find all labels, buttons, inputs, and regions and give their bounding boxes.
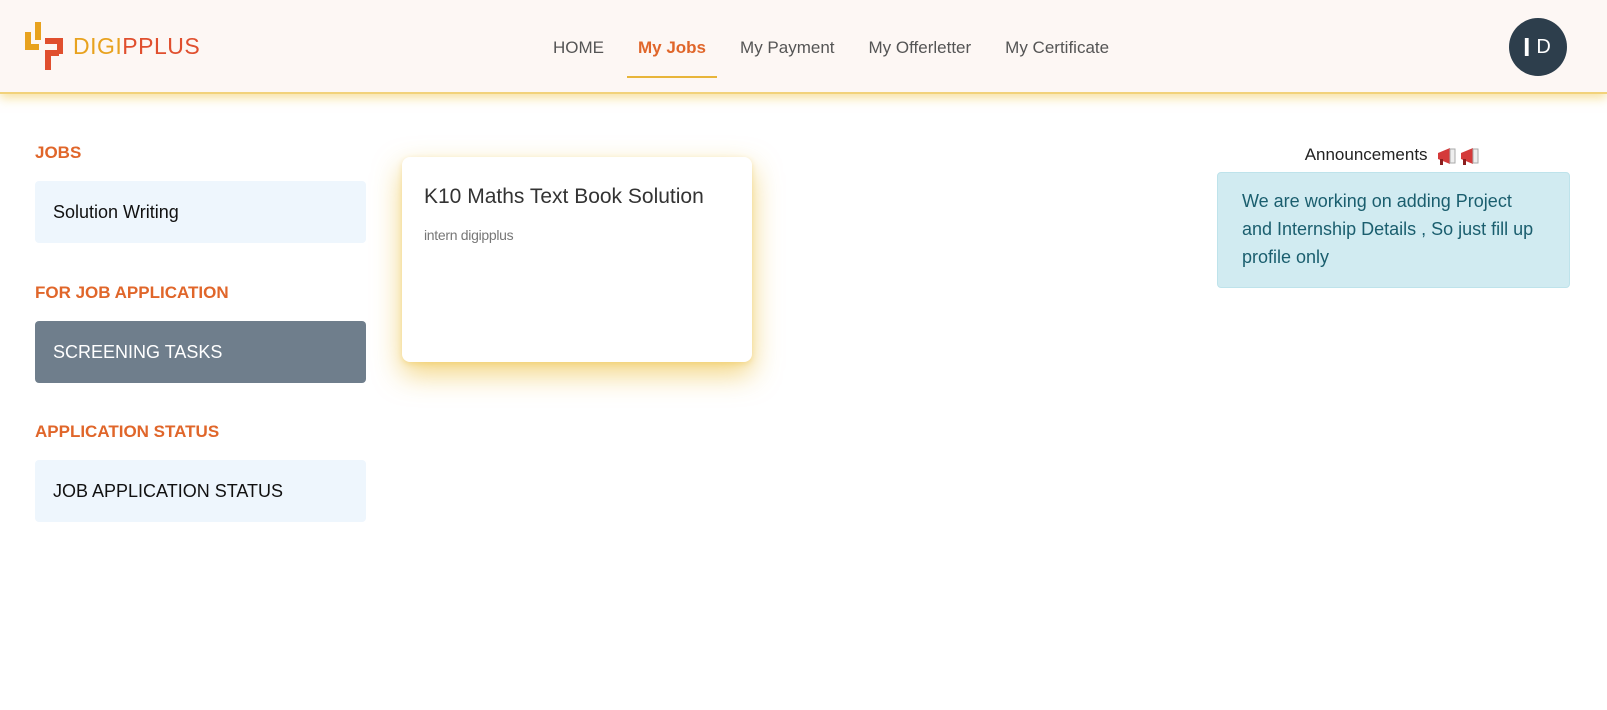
nav-home[interactable]: HOME bbox=[536, 0, 621, 94]
sidebar-item-screening-tasks[interactable]: SCREENING TASKS bbox=[35, 321, 366, 383]
brand-name: DIGIPPLUS bbox=[73, 33, 200, 60]
job-application-section-title: FOR JOB APPLICATION bbox=[35, 283, 229, 302]
digipplus-logo-icon bbox=[25, 22, 63, 70]
application-status-section-title: APPLICATION STATUS bbox=[35, 422, 220, 441]
job-card[interactable]: K10 Maths Text Book Solution intern digi… bbox=[402, 157, 752, 362]
sidebar-item-solution-writing[interactable]: Solution Writing bbox=[35, 181, 366, 243]
announcements-title: Announcements bbox=[1304, 145, 1428, 164]
announcements-heading: Announcements bbox=[1217, 145, 1570, 166]
nav-my-payment[interactable]: My Payment bbox=[723, 0, 851, 94]
top-navbar: DIGIPPLUS HOME My Jobs My Payment My Off… bbox=[0, 0, 1607, 94]
brand-name-part2: PPLUS bbox=[122, 32, 201, 59]
avatar-initial-second: D bbox=[1536, 35, 1553, 58]
brand-name-part1: DIGI bbox=[73, 32, 123, 59]
sidebar-item-job-application-status[interactable]: JOB APPLICATION STATUS bbox=[35, 460, 366, 522]
job-card-subtitle: intern digipplus bbox=[424, 227, 514, 243]
announcement-alert: We are working on adding Project and Int… bbox=[1217, 172, 1570, 288]
job-card-title: K10 Maths Text Book Solution bbox=[424, 185, 704, 208]
user-avatar[interactable]: ID bbox=[1509, 18, 1567, 76]
nav-my-certificate[interactable]: My Certificate bbox=[988, 0, 1126, 94]
nav-my-jobs[interactable]: My Jobs bbox=[621, 0, 723, 94]
brand-logo[interactable]: DIGIPPLUS bbox=[25, 22, 200, 70]
megaphone-icon bbox=[1438, 147, 1479, 165]
nav-my-offerletter[interactable]: My Offerletter bbox=[852, 0, 989, 94]
avatar-initial-first: I bbox=[1523, 31, 1533, 62]
jobs-section-title: JOBS bbox=[35, 143, 82, 162]
main-nav: HOME My Jobs My Payment My Offerletter M… bbox=[536, 0, 1126, 94]
